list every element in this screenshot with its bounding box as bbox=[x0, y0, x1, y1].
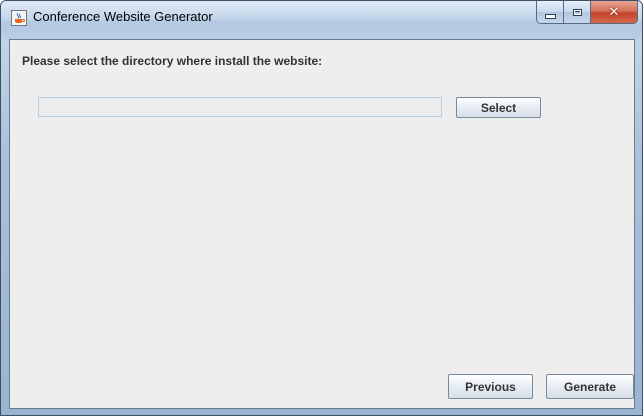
minimize-icon bbox=[544, 13, 556, 19]
select-button[interactable]: Select bbox=[456, 97, 541, 118]
generate-button[interactable]: Generate bbox=[546, 374, 634, 399]
minimize-button[interactable] bbox=[537, 1, 564, 23]
java-cup-icon[interactable] bbox=[11, 10, 27, 26]
content-panel: Please select the directory where instal… bbox=[9, 39, 635, 409]
caption-buttons: ✕ bbox=[536, 1, 638, 24]
title-bar[interactable]: Conference Website Generator ✕ bbox=[1, 1, 642, 39]
directory-prompt-label: Please select the directory where instal… bbox=[22, 54, 323, 68]
close-button[interactable]: ✕ bbox=[591, 1, 637, 23]
maximize-icon bbox=[572, 8, 582, 16]
maximize-button[interactable] bbox=[564, 1, 591, 23]
close-icon: ✕ bbox=[608, 4, 620, 20]
app-window: Conference Website Generator ✕ Please se… bbox=[0, 0, 643, 416]
directory-path-input[interactable] bbox=[38, 97, 442, 117]
window-title: Conference Website Generator bbox=[33, 9, 213, 24]
previous-button[interactable]: Previous bbox=[448, 374, 533, 399]
